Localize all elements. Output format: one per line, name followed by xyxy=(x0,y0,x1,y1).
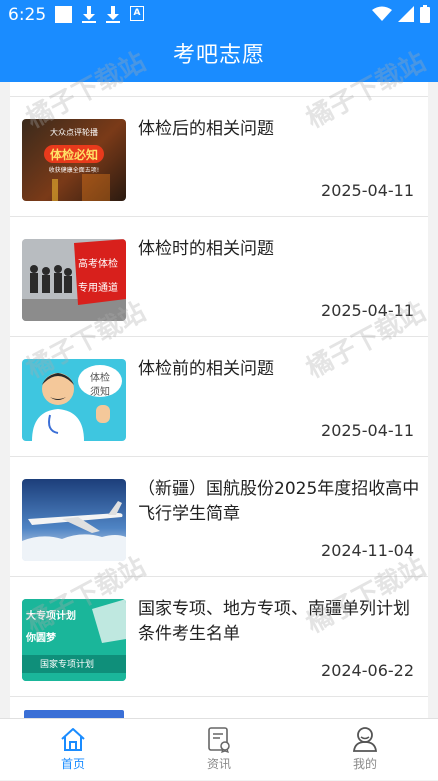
status-time: 6:25 xyxy=(8,5,47,25)
article-thumbnail: 大专项计划 你圆梦 国家专项计划 xyxy=(22,599,126,681)
thumbnail-text: 高考体检 xyxy=(78,259,118,270)
thumbnail-text: 须知 xyxy=(90,387,110,398)
home-icon xyxy=(61,728,85,751)
thumbnail-text: 体检必知 xyxy=(49,148,98,162)
article-title[interactable]: 体检前的相关问题 xyxy=(138,357,420,382)
article-date: 2024-06-22 xyxy=(321,661,414,680)
signal-icon xyxy=(398,6,414,22)
bottom-tab-bar: 首页 资讯 我的 xyxy=(0,718,438,780)
thumbnail-art xyxy=(32,365,122,441)
article-date: 2025-04-11 xyxy=(321,301,414,320)
article-thumbnail xyxy=(22,479,126,561)
airplane-thumbnail xyxy=(22,479,126,561)
thumbnail-text: 国家专项计划 xyxy=(40,660,95,670)
thumbnail-text: 收获健康全面五项! xyxy=(48,167,100,174)
battery-icon xyxy=(420,5,430,23)
thumbnail-text: 专用通道 xyxy=(78,283,118,294)
tab-label: 首页 xyxy=(60,757,85,771)
next-item-thumbnail-partial xyxy=(24,710,124,718)
article-thumbnail: 大众点评轮播 体检必知 收获健康全面五项! xyxy=(22,119,126,201)
app-header: 考吧志愿 xyxy=(0,30,438,82)
notification-square-icon xyxy=(55,6,72,23)
tab-label: 我的 xyxy=(352,757,377,771)
news-icon xyxy=(208,727,230,753)
article-title[interactable]: 体检时的相关问题 xyxy=(138,237,420,262)
article-title[interactable]: （新疆）国航股份2025年度招收高中飞行学生简章 xyxy=(138,477,420,527)
article-title[interactable]: 体检后的相关问题 xyxy=(138,117,420,142)
thumbnail-text: 你圆梦 xyxy=(26,633,56,644)
download-icon xyxy=(82,6,96,23)
article-date: 2025-04-11 xyxy=(321,421,414,440)
thumbnail-text: 大专项计划 xyxy=(26,611,76,622)
download-icon xyxy=(106,6,120,23)
article-list[interactable]: 大众点评轮播 体检必知 收获健康全面五项! 体检后的相关问题 2025-04-1… xyxy=(10,82,428,718)
user-icon xyxy=(352,727,378,752)
tab-label: 资讯 xyxy=(206,757,231,771)
article-thumbnail: 高考体检 专用通道 xyxy=(22,239,126,321)
list-item[interactable]: 高考体检 专用通道 体检时的相关问题 2025-04-11 xyxy=(10,217,428,337)
list-item[interactable]: 体检 须知 体检前的相关问题 2025-04-11 xyxy=(10,337,428,457)
list-item[interactable]: （新疆）国航股份2025年度招收高中飞行学生简章 2024-11-04 xyxy=(10,457,428,577)
article-title[interactable]: 国家专项、地方专项、南疆单列计划条件考生名单 xyxy=(138,597,420,647)
tab-profile[interactable]: 我的 xyxy=(292,719,438,781)
app-badge-icon: A xyxy=(130,6,144,21)
list-item[interactable]: 大众点评轮播 体检必知 收获健康全面五项! 体检后的相关问题 2025-04-1… xyxy=(10,97,428,217)
article-date: 2025-04-11 xyxy=(321,181,414,200)
wifi-icon xyxy=(372,6,392,21)
article-thumbnail: 体检 须知 xyxy=(22,359,126,441)
list-item[interactable]: 大专项计划 你圆梦 国家专项计划 国家专项、地方专项、南疆单列计划条件考生名单 … xyxy=(10,577,428,697)
thumbnail-text: 大众点评轮播 xyxy=(50,128,98,137)
thumbnail-text: 体检 xyxy=(90,373,110,384)
tab-news[interactable]: 资讯 xyxy=(146,719,292,781)
status-bar: 6:25 A xyxy=(0,0,438,30)
tab-home[interactable]: 首页 xyxy=(0,719,146,781)
article-date: 2024-11-04 xyxy=(321,541,414,560)
page-title: 考吧志愿 xyxy=(172,43,265,68)
